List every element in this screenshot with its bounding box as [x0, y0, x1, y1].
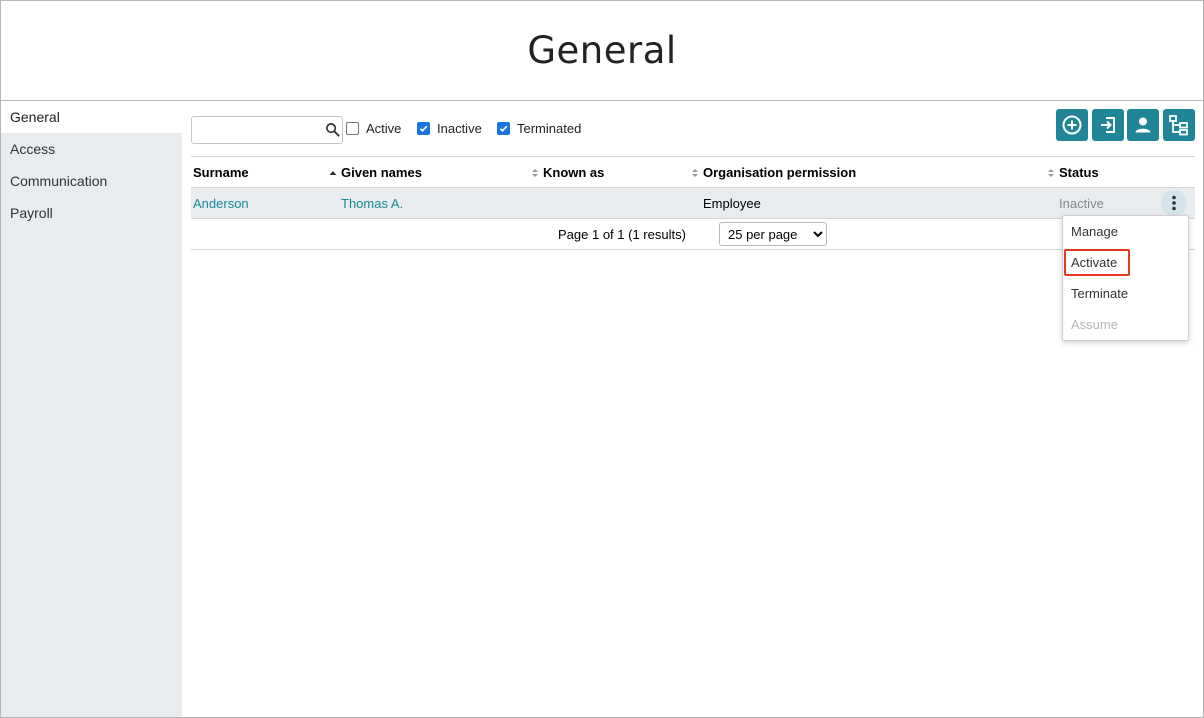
- sidebar-item-access[interactable]: Access: [1, 133, 182, 165]
- column-organisation-permission[interactable]: Organisation permission: [691, 165, 856, 180]
- active-checkbox[interactable]: [346, 122, 359, 135]
- per-page-select[interactable]: 25 per page: [719, 222, 827, 246]
- column-given-names[interactable]: Given names: [329, 165, 422, 180]
- filter-inactive[interactable]: Inactive: [417, 121, 482, 136]
- pagination: Page 1 of 1 (1 results) 25 per page: [191, 219, 1195, 250]
- row-actions-button[interactable]: [1161, 190, 1187, 216]
- search-input[interactable]: [196, 117, 324, 143]
- status-cell: Inactive: [1059, 196, 1104, 211]
- sort-icon: [1048, 168, 1054, 177]
- menu-item-activate[interactable]: Activate: [1063, 247, 1188, 278]
- surname-link[interactable]: Anderson: [193, 196, 249, 211]
- filter-active-label: Active: [366, 121, 402, 136]
- filter-terminated[interactable]: Terminated: [497, 121, 581, 136]
- menu-item-manage[interactable]: Manage: [1063, 216, 1188, 247]
- column-status[interactable]: Status: [1047, 165, 1099, 180]
- organisation-permission-cell: Employee: [703, 196, 761, 211]
- sidebar-item-payroll[interactable]: Payroll: [1, 197, 182, 229]
- menu-item-terminate[interactable]: Terminate: [1063, 278, 1188, 309]
- search-icon[interactable]: [325, 122, 340, 137]
- sort-ascending-icon: [329, 170, 337, 175]
- kebab-menu-icon: [1172, 195, 1176, 211]
- sign-in-button[interactable]: [1092, 109, 1124, 141]
- add-circle-icon: [1062, 115, 1082, 135]
- people-table: Surname Given names Known as Organisatio…: [191, 156, 1195, 250]
- sidebar: General Access Communication Payroll: [1, 101, 182, 717]
- terminated-checkbox[interactable]: [497, 122, 510, 135]
- column-surname[interactable]: Surname: [193, 165, 249, 180]
- filter-active[interactable]: Active: [346, 121, 401, 136]
- column-known-as[interactable]: Known as: [531, 165, 604, 180]
- person-icon: [1135, 117, 1151, 133]
- toolbar: Active Inactive Terminated: [191, 109, 1195, 144]
- page-header: General: [1, 1, 1203, 101]
- inactive-checkbox[interactable]: [417, 122, 430, 135]
- table-row: Anderson Thomas A. Employee Inactive: [191, 188, 1195, 219]
- search-box: [191, 116, 343, 144]
- row-actions-menu: Manage Activate Terminate Assume: [1062, 215, 1189, 341]
- sidebar-item-general[interactable]: General: [1, 101, 182, 133]
- org-tree-icon: [1169, 115, 1188, 136]
- menu-item-assume: Assume: [1071, 317, 1118, 332]
- sign-in-icon: [1101, 117, 1115, 133]
- page-title: General: [527, 29, 677, 72]
- add-button[interactable]: [1056, 109, 1088, 141]
- sort-icon: [692, 168, 698, 177]
- org-tree-button[interactable]: [1163, 109, 1195, 141]
- sort-icon: [532, 168, 538, 177]
- filter-inactive-label: Inactive: [437, 121, 482, 136]
- app-window: General General Access Communication Pay…: [0, 0, 1204, 718]
- person-button[interactable]: [1127, 109, 1159, 141]
- sidebar-item-communication[interactable]: Communication: [1, 165, 182, 197]
- pagination-info: Page 1 of 1 (1 results): [558, 227, 686, 242]
- table-header: Surname Given names Known as Organisatio…: [191, 156, 1195, 188]
- filter-terminated-label: Terminated: [517, 121, 582, 136]
- given-names-link[interactable]: Thomas A.: [341, 196, 403, 211]
